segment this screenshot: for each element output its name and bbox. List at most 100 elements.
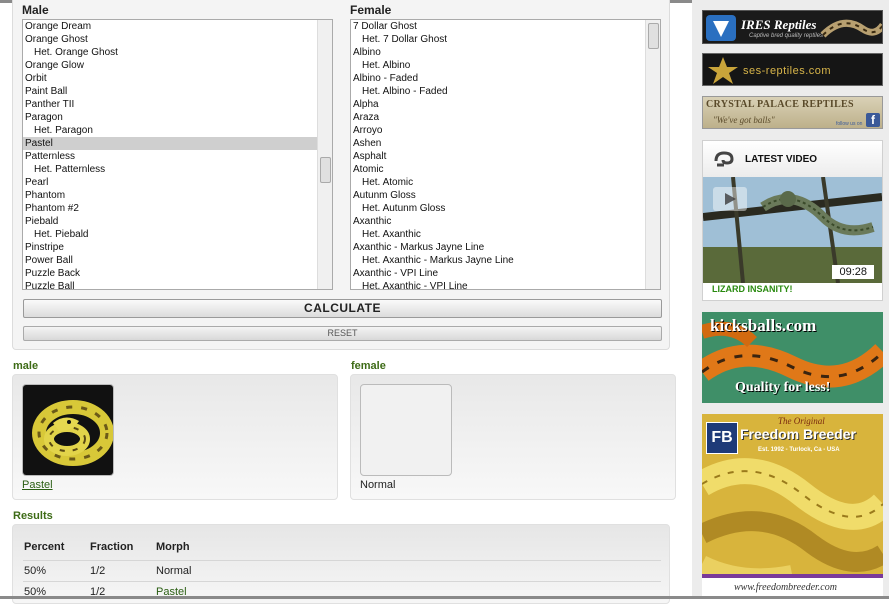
female-morph-option[interactable]: 7 Dollar Ghost	[351, 20, 645, 33]
male-morph-option[interactable]: Pastel	[23, 137, 317, 150]
male-listbox-scrollbar[interactable]	[317, 20, 332, 289]
male-scrollbar-thumb[interactable]	[320, 157, 331, 183]
result-row-1-morph: Normal	[156, 565, 192, 577]
ad-freedom-breeder[interactable]: FB The Original Freedom Breeder Est. 199…	[702, 414, 883, 596]
play-icon	[725, 193, 736, 205]
ires-name: IRES Reptiles	[741, 17, 817, 32]
female-morph-option[interactable]: Alpha	[351, 98, 645, 111]
female-morph-option[interactable]: Araza	[351, 111, 645, 124]
female-heading: female	[351, 360, 386, 372]
female-morph-photo-placeholder	[360, 384, 452, 476]
male-morph-option[interactable]: Orange Ghost	[23, 33, 317, 46]
male-morph-option[interactable]: Orbit	[23, 72, 317, 85]
ad-crystal-palace-reptiles[interactable]: CRYSTAL PALACE REPTILES "We've got balls…	[702, 96, 883, 129]
facebook-icon[interactable]: f	[866, 113, 880, 127]
video-duration: 09:28	[832, 265, 874, 279]
male-morph-option[interactable]: Piebald	[23, 215, 317, 228]
male-morph-option[interactable]: Orange Dream	[23, 20, 317, 33]
ires-tagline: Captive bred quality reptiles	[749, 33, 824, 39]
female-morph-option[interactable]: Ashen	[351, 137, 645, 150]
female-morph-option[interactable]: Atomic	[351, 163, 645, 176]
female-morph-option[interactable]: Axanthic	[351, 215, 645, 228]
male-morph-option[interactable]: Het. Orange Ghost	[23, 46, 317, 59]
male-preview: Pastel	[12, 374, 338, 500]
crystal-name: CRYSTAL PALACE REPTILES	[706, 99, 854, 110]
male-morph-option[interactable]: Phantom #2	[23, 202, 317, 215]
reset-button[interactable]: RESET	[23, 326, 662, 341]
male-morph-option[interactable]: Puzzle Back	[23, 267, 317, 280]
male-morph-option[interactable]: Phantom	[23, 189, 317, 202]
calculate-button[interactable]: CALCULATE	[23, 299, 662, 318]
genetic-calculator-panel: Male Female Orange Dream Orange Ghost Het.…	[12, 0, 670, 350]
play-button[interactable]	[713, 187, 747, 211]
female-morph-option[interactable]: Het. Albino - Faded	[351, 85, 645, 98]
sidebar: IRES Reptiles Captive bred quality repti…	[692, 0, 889, 599]
male-morph-listbox[interactable]: Orange Dream Orange Ghost Het. Orange Ghos…	[22, 19, 333, 290]
results-header-fraction: Fraction	[90, 541, 134, 553]
male-morph-option[interactable]: Pearl	[23, 176, 317, 189]
female-morph-option[interactable]: Axanthic - Markus Jayne Line	[351, 241, 645, 254]
female-morph-option[interactable]: Het. Albino	[351, 59, 645, 72]
female-scrollbar-thumb[interactable]	[648, 23, 659, 49]
female-morph-options: 7 Dollar Ghost Het. 7 Dollar Ghost Albino H…	[351, 20, 645, 289]
male-morph-option[interactable]: Orange Glow	[23, 59, 317, 72]
female-morph-listbox[interactable]: 7 Dollar Ghost Het. 7 Dollar Ghost Albino H…	[350, 19, 661, 290]
ad-ires-reptiles[interactable]: IRES Reptiles Captive bred quality repti…	[702, 10, 883, 44]
male-morph-option[interactable]: Paragon	[23, 111, 317, 124]
male-morph-option[interactable]: Power Ball	[23, 254, 317, 267]
male-morph-photo	[22, 384, 114, 476]
fb-name: Freedom Breeder	[740, 426, 856, 442]
male-column-label: Male	[22, 3, 49, 17]
female-morph-option[interactable]: Het. Axanthic	[351, 228, 645, 241]
female-morph-option[interactable]: Het. Axanthic - VPI Line	[351, 280, 645, 289]
crystal-follow-text: follow us on	[836, 121, 863, 127]
female-listbox-scrollbar[interactable]	[645, 20, 660, 289]
male-morph-link[interactable]: Pastel	[22, 479, 53, 491]
male-morph-option[interactable]: Pinstripe	[23, 241, 317, 254]
results-header-percent: Percent	[24, 541, 65, 553]
female-morph-option[interactable]: Albino - Faded	[351, 72, 645, 85]
female-morph-name: Normal	[360, 479, 396, 491]
results-divider	[23, 581, 661, 582]
male-morph-option[interactable]: Het. Paragon	[23, 124, 317, 137]
kicks-tagline: Quality for less!	[735, 380, 831, 395]
female-morph-option[interactable]: Albino	[351, 46, 645, 59]
ses-name: ses-reptiles.com	[743, 65, 832, 77]
male-morph-option[interactable]: Het. Patternless	[23, 163, 317, 176]
female-morph-option[interactable]: Autunm Gloss	[351, 189, 645, 202]
video-thumbnail[interactable]: 09:28	[703, 177, 882, 283]
female-morph-option[interactable]: Asphalt	[351, 150, 645, 163]
male-heading: male	[13, 360, 39, 372]
video-snake-icon	[714, 151, 734, 167]
latest-video-header: LATEST VIDEO	[703, 141, 882, 177]
male-morph-option[interactable]: Patternless	[23, 150, 317, 163]
male-morph-option[interactable]: Het. Piebald	[23, 228, 317, 241]
results-divider	[23, 560, 661, 561]
results-table: Percent Fraction Morph 50% 1/2 Normal 50…	[12, 524, 670, 604]
fb-info: Est. 1992 - Turlock, Ca - USA	[758, 447, 840, 453]
female-column-label: Female	[350, 3, 392, 17]
video-caption-link[interactable]: LIZARD INSANITY!	[712, 284, 793, 294]
female-morph-option[interactable]: Het. 7 Dollar Ghost	[351, 33, 645, 46]
ad-kicksballs[interactable]: kicksballs.com Quality for less!	[702, 312, 883, 403]
female-morph-option[interactable]: Arroyo	[351, 124, 645, 137]
result-row-1-percent: 50%	[24, 565, 47, 577]
fb-the-original: The Original	[778, 416, 825, 426]
fb-url: www.freedombreeder.com	[734, 582, 837, 593]
kicks-name: kicksballs.com	[710, 316, 817, 335]
ad-ses-reptiles[interactable]: ses-reptiles.com	[702, 53, 883, 86]
results-header-morph: Morph	[156, 541, 190, 553]
results-heading: Results	[13, 510, 53, 522]
male-morph-option[interactable]: Panther TII	[23, 98, 317, 111]
freedom-breeder-logo: FB	[706, 422, 738, 454]
female-morph-option[interactable]: Het. Axanthic - Markus Jayne Line	[351, 254, 645, 267]
female-morph-option[interactable]: Het. Autunm Gloss	[351, 202, 645, 215]
male-morph-option[interactable]: Paint Ball	[23, 85, 317, 98]
male-morph-options: Orange Dream Orange Ghost Het. Orange Ghos…	[23, 20, 317, 289]
latest-video-title: LATEST VIDEO	[745, 154, 818, 165]
crystal-tagline: "We've got balls"	[713, 115, 775, 125]
latest-video-widget: LATEST VIDEO 09:28 LIZARD INSANITY!	[702, 140, 883, 301]
female-morph-option[interactable]: Het. Atomic	[351, 176, 645, 189]
female-morph-option[interactable]: Axanthic - VPI Line	[351, 267, 645, 280]
male-morph-option[interactable]: Puzzle Ball	[23, 280, 317, 289]
